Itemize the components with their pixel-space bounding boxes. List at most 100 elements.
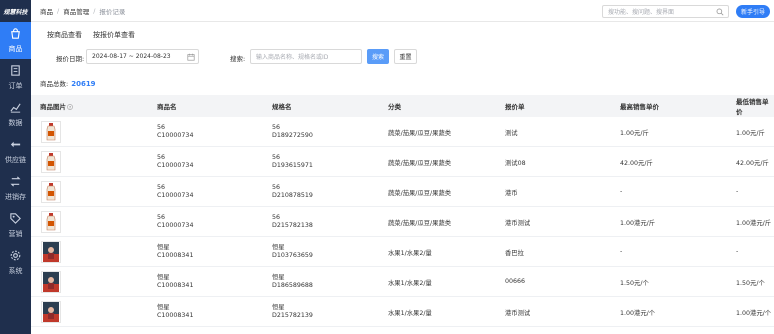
goods-thumbnail[interactable]: [41, 271, 61, 293]
goods-name-cell-text: 恒星: [157, 244, 170, 251]
min-price-cell: 42.00元/斤: [736, 158, 769, 167]
tab-by-goods[interactable]: 按商品查看: [47, 30, 82, 40]
global-search-input[interactable]: 搜功能、搜问题、搜界面: [602, 5, 729, 18]
spec-name-cell-text: 恒星: [272, 304, 285, 311]
header-min-price: 最低销售单价: [736, 98, 769, 116]
topbar: 商品 / 商品管理 / 报价记录 搜功能、搜问题、搜界面 新手引导: [31, 0, 774, 22]
table-body: 56 C10000734 56 D189272590 蔬菜/茄果/瓜豆/果蔬类 测试 1.0…: [31, 117, 774, 327]
goods-search-input[interactable]: 输入商品名称、规格名或ID: [250, 49, 362, 64]
date-range-value: 2024-08-17 ~ 2024-08-23: [92, 53, 171, 60]
quote-sheet-cell-text: 香巴拉: [505, 250, 524, 257]
min-price-cell-text: 42.00元/斤: [736, 160, 769, 167]
order-icon: [9, 64, 22, 81]
spec-name-cell: 56 D193615971: [272, 154, 313, 170]
category-cell: 蔬菜/茄果/瓜豆/果蔬类: [388, 158, 451, 167]
max-price-cell: 1.00港元/斤: [620, 218, 655, 227]
spec-name-cell-code: D189272590: [272, 132, 313, 139]
goods-thumbnail[interactable]: [41, 151, 61, 173]
goods-thumbnail[interactable]: [41, 121, 61, 143]
max-price-cell: 1.00港元/个: [620, 308, 655, 317]
table-row[interactable]: 恒星 C10008341 恒星 D103763659 水果1/水果2/量 香巴拉 - -: [31, 237, 774, 267]
goods-thumbnail[interactable]: [41, 181, 61, 203]
max-price-cell-text: 1.00元/斤: [620, 130, 649, 137]
min-price-cell: 1.00元/斤: [736, 128, 765, 137]
search-button[interactable]: 搜索: [367, 49, 389, 64]
sidebar-item-label: 订单: [8, 82, 23, 90]
max-price-cell-text: -: [620, 188, 623, 195]
search-icon[interactable]: [716, 8, 724, 16]
max-price-cell: 1.50元/个: [620, 278, 649, 287]
goods-name-cell-code: C10008341: [157, 312, 194, 319]
spec-name-cell-code: D186589688: [272, 282, 313, 289]
table-row[interactable]: 恒星 C10008341 恒星 D215782139 水果1/水果2/量 港币测试 1.00…: [31, 297, 774, 327]
global-search-placeholder: 搜功能、搜问题、搜界面: [608, 9, 675, 16]
table-row[interactable]: 56 C10000734 56 D193615971 蔬菜/茄果/瓜豆/果蔬类 测试08 4…: [31, 147, 774, 177]
tab-by-quote[interactable]: 按报价单查看: [93, 30, 135, 40]
breadcrumb-separator: /: [93, 6, 96, 15]
sidebar-item-2[interactable]: 数据: [0, 96, 31, 133]
min-price-cell: -: [736, 188, 738, 195]
inventory-icon: [9, 175, 22, 192]
chart-line-icon: [9, 101, 22, 118]
sidebar-item-6[interactable]: 系统: [0, 244, 31, 281]
view-tabs: 按商品查看 按报价单查看: [47, 30, 146, 40]
min-price-cell-text: -: [736, 248, 739, 255]
spec-name-cell: 恒星 D215782139: [272, 304, 313, 320]
sidebar-item-4[interactable]: 进销存: [0, 170, 31, 207]
quote-sheet-cell-text: 00666: [505, 278, 526, 285]
header-quote-sheet: 报价单: [505, 103, 525, 111]
sidebar-item-label: 商品: [8, 45, 23, 53]
min-price-cell-text: 1.00元/斤: [736, 130, 765, 137]
spec-name-cell-text: 56: [272, 184, 281, 191]
quote-sheet-cell-text: 港币: [505, 190, 518, 197]
quote-sheet-cell-text: 港币测试: [505, 220, 531, 227]
category-cell: 蔬菜/茄果/瓜豆/果蔬类: [388, 128, 451, 137]
sidebar-item-0[interactable]: 商品: [0, 22, 31, 59]
beginner-guide-button[interactable]: 新手引导: [736, 5, 770, 18]
spec-name-cell: 恒星 D186589688: [272, 274, 313, 290]
spec-name-cell-text: 恒星: [272, 244, 285, 251]
sidebar-item-label: 营销: [8, 230, 23, 238]
breadcrumb-item-goods[interactable]: 商品: [40, 6, 53, 16]
app-logo: 规慧科技: [3, 8, 28, 16]
breadcrumb-item-goods-management[interactable]: 商品管理: [63, 6, 89, 16]
goods-thumbnail[interactable]: [41, 211, 61, 233]
category-cell: 水果1/水果2/量: [388, 308, 432, 317]
goods-name-cell: 56 C10000734: [157, 184, 193, 200]
table-row[interactable]: 56 C10000734 56 D215782138 蔬菜/茄果/瓜豆/果蔬类 港币测试 1…: [31, 207, 774, 237]
help-icon[interactable]: ?: [67, 104, 73, 110]
min-price-cell: 1.00港元/斤: [736, 218, 771, 227]
table-row[interactable]: 56 C10000734 56 D210878519 蔬菜/茄果/瓜豆/果蔬类 港币 - -: [31, 177, 774, 207]
goods-name-cell-text: 56: [157, 154, 166, 161]
category-cell: 蔬菜/茄果/瓜豆/果蔬类: [388, 218, 451, 227]
date-range-picker[interactable]: 2024-08-17 ~ 2024-08-23: [86, 49, 199, 64]
quote-sheet-cell: 港币测试: [505, 218, 530, 227]
spec-name-cell-code: D193615971: [272, 162, 313, 169]
max-price-cell-text: -: [620, 248, 623, 255]
category-cell: 水果1/水果2/量: [388, 248, 432, 257]
goods-name-cell: 56 C10000734: [157, 214, 193, 230]
table-row[interactable]: 56 C10000734 56 D189272590 蔬菜/茄果/瓜豆/果蔬类 测试 1.0…: [31, 117, 774, 147]
goods-thumbnail[interactable]: [41, 241, 61, 263]
reset-button[interactable]: 重置: [394, 49, 417, 64]
category-cell: 蔬菜/茄果/瓜豆/果蔬类: [388, 188, 451, 197]
category-cell-text: 蔬菜/茄果/瓜豆/果蔬类: [388, 220, 452, 227]
sidebar-item-label: 供应链: [5, 156, 26, 164]
category-cell-text: 蔬菜/茄果/瓜豆/果蔬类: [388, 160, 452, 167]
min-price-cell-text: 1.00港元/斤: [736, 220, 772, 227]
shopping-bag-icon: [9, 27, 22, 44]
spec-name-cell-text: 56: [272, 154, 281, 161]
sidebar-item-5[interactable]: 营销: [0, 207, 31, 244]
goods-name-cell-text: 恒星: [157, 304, 170, 311]
min-price-cell: -: [736, 248, 738, 255]
goods-name-cell-text: 56: [157, 184, 166, 191]
spec-name-cell-code: D210878519: [272, 192, 313, 199]
sidebar-item-3[interactable]: 供应链: [0, 133, 31, 170]
goods-name-cell: 恒星 C10008341: [157, 304, 193, 320]
goods-name-cell-text: 恒星: [157, 274, 170, 281]
total-count-value: 20619: [71, 80, 96, 88]
table-row[interactable]: 恒星 C10008341 恒星 D186589688 水果1/水果2/量 00666 1.5…: [31, 267, 774, 297]
sidebar-item-1[interactable]: 订单: [0, 59, 31, 96]
goods-thumbnail[interactable]: [41, 301, 61, 323]
goods-search-placeholder: 输入商品名称、规格名或ID: [256, 54, 329, 61]
